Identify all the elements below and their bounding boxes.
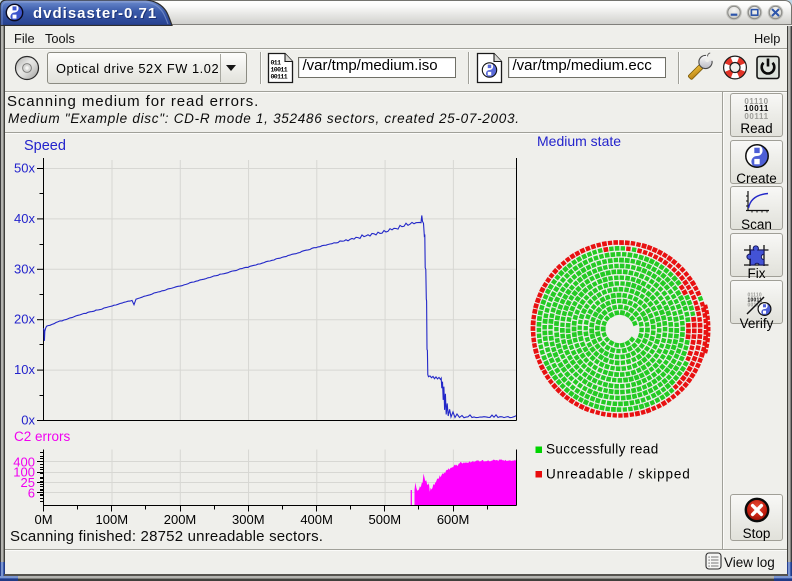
svg-text:C2 errors: C2 errors [14, 429, 71, 444]
svg-text:500M: 500M [369, 512, 402, 527]
svg-text:0M: 0M [34, 512, 52, 527]
svg-text:10x: 10x [14, 362, 35, 377]
svg-text:50x: 50x [14, 161, 35, 176]
svg-text:200M: 200M [164, 512, 197, 527]
svg-text:Unreadable / skipped: Unreadable / skipped [546, 467, 691, 482]
svg-text:30x: 30x [14, 261, 35, 276]
svg-text:Speed: Speed [24, 138, 66, 154]
svg-text:20x: 20x [14, 312, 35, 327]
svg-text:40x: 40x [14, 211, 35, 226]
svg-text:100M: 100M [96, 512, 129, 527]
svg-text:Successfully read: Successfully read [546, 442, 659, 457]
svg-text:0x: 0x [21, 413, 35, 428]
svg-text:6: 6 [28, 486, 35, 501]
svg-text:300M: 300M [232, 512, 265, 527]
svg-text:600M: 600M [437, 512, 470, 527]
svg-text:400M: 400M [300, 512, 333, 527]
svg-text:Medium state: Medium state [537, 133, 621, 149]
